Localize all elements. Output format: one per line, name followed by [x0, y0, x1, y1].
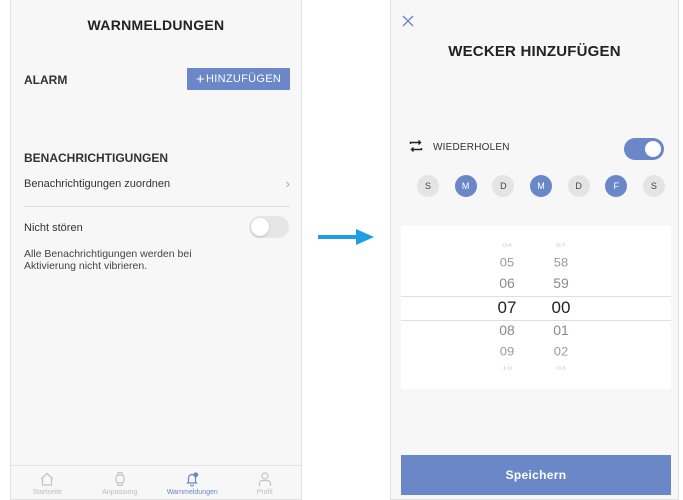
do-not-disturb-description: Alle Benachrichtigungen werden bei Aktiv… — [24, 248, 192, 272]
add-alarm-button[interactable]: + HINZUFÜGEN — [187, 68, 290, 90]
time-picker-selection-band — [401, 296, 671, 321]
time-picker[interactable]: 04 05 06 07 08 09 10 57 58 59 00 01 02 0… — [401, 226, 671, 389]
weekday-selector: S M D M D F S — [417, 175, 665, 197]
hour-value: 10 — [501, 365, 512, 371]
bottom-tab-bar: Startseite Anpassung Warnmeldungen Profi… — [11, 465, 301, 499]
assign-notifications-label: Benachrichtigungen zuordnen — [24, 178, 171, 190]
minute-value: 59 — [553, 275, 569, 291]
page-title: WARNMELDUNGEN — [87, 17, 225, 33]
alerts-screen: WARNMELDUNGEN ALARM + HINZUFÜGEN BENACHR… — [10, 0, 302, 500]
tab-customize[interactable]: Anpassung — [84, 466, 157, 499]
assign-notifications-row[interactable]: Benachrichtigungen zuordnen › — [24, 176, 290, 198]
notifications-section-title: BENACHRICHTIGUNGEN — [24, 151, 168, 165]
page-title: WECKER HINZUFÜGEN — [448, 43, 621, 60]
minute-value: 02 — [553, 344, 569, 359]
minute-value: 57 — [555, 242, 566, 248]
minute-value-selected: 00 — [551, 298, 571, 317]
toggle-knob — [645, 141, 661, 157]
day-wednesday[interactable]: M — [529, 175, 552, 197]
close-icon[interactable] — [401, 14, 415, 28]
toggle-knob — [251, 218, 269, 236]
home-icon — [40, 472, 54, 486]
hour-value-selected: 07 — [497, 298, 517, 317]
hour-value: 04 — [501, 242, 512, 248]
minute-value: 01 — [553, 322, 569, 338]
bell-icon — [186, 472, 199, 487]
profile-icon — [258, 472, 271, 486]
transition-arrow-icon — [318, 229, 374, 245]
minute-value: 58 — [553, 255, 569, 270]
divider — [24, 206, 290, 207]
add-alarm-screen: WECKER HINZUFÜGEN WIEDERHOLEN S M D M D … — [390, 0, 679, 500]
minute-value: 03 — [555, 365, 566, 371]
do-not-disturb-toggle[interactable] — [249, 216, 289, 238]
tab-alerts[interactable]: Warnmeldungen — [156, 466, 229, 499]
tab-label: Warnmeldungen — [166, 489, 218, 496]
hour-value: 09 — [499, 344, 515, 359]
day-tuesday[interactable]: D — [492, 175, 515, 197]
repeat-icon — [409, 140, 423, 152]
add-alarm-label: HINZUFÜGEN — [205, 73, 282, 85]
plus-icon: + — [195, 70, 205, 88]
tab-home[interactable]: Startseite — [11, 466, 84, 499]
hour-value: 05 — [499, 255, 515, 270]
watch-icon — [115, 471, 125, 487]
day-saturday[interactable]: S — [642, 175, 665, 197]
hour-value: 06 — [499, 275, 515, 291]
chevron-right-icon: › — [285, 176, 290, 191]
tab-label: Profil — [256, 489, 273, 496]
alarm-section-label: ALARM — [24, 73, 68, 87]
day-thursday[interactable]: D — [567, 175, 590, 197]
day-friday[interactable]: F — [605, 175, 628, 197]
tab-label: Startseite — [32, 489, 63, 496]
day-sunday[interactable]: S — [417, 175, 439, 197]
do-not-disturb-label: Nicht stören — [24, 222, 83, 234]
save-button[interactable]: Speichern — [401, 455, 671, 495]
day-monday[interactable]: M — [454, 175, 477, 197]
tab-label: Anpassung — [102, 489, 138, 496]
repeat-toggle[interactable] — [624, 138, 664, 160]
tab-profile[interactable]: Profil — [229, 466, 302, 499]
repeat-label: WIEDERHOLEN — [433, 142, 510, 153]
hour-value: 08 — [499, 322, 515, 338]
